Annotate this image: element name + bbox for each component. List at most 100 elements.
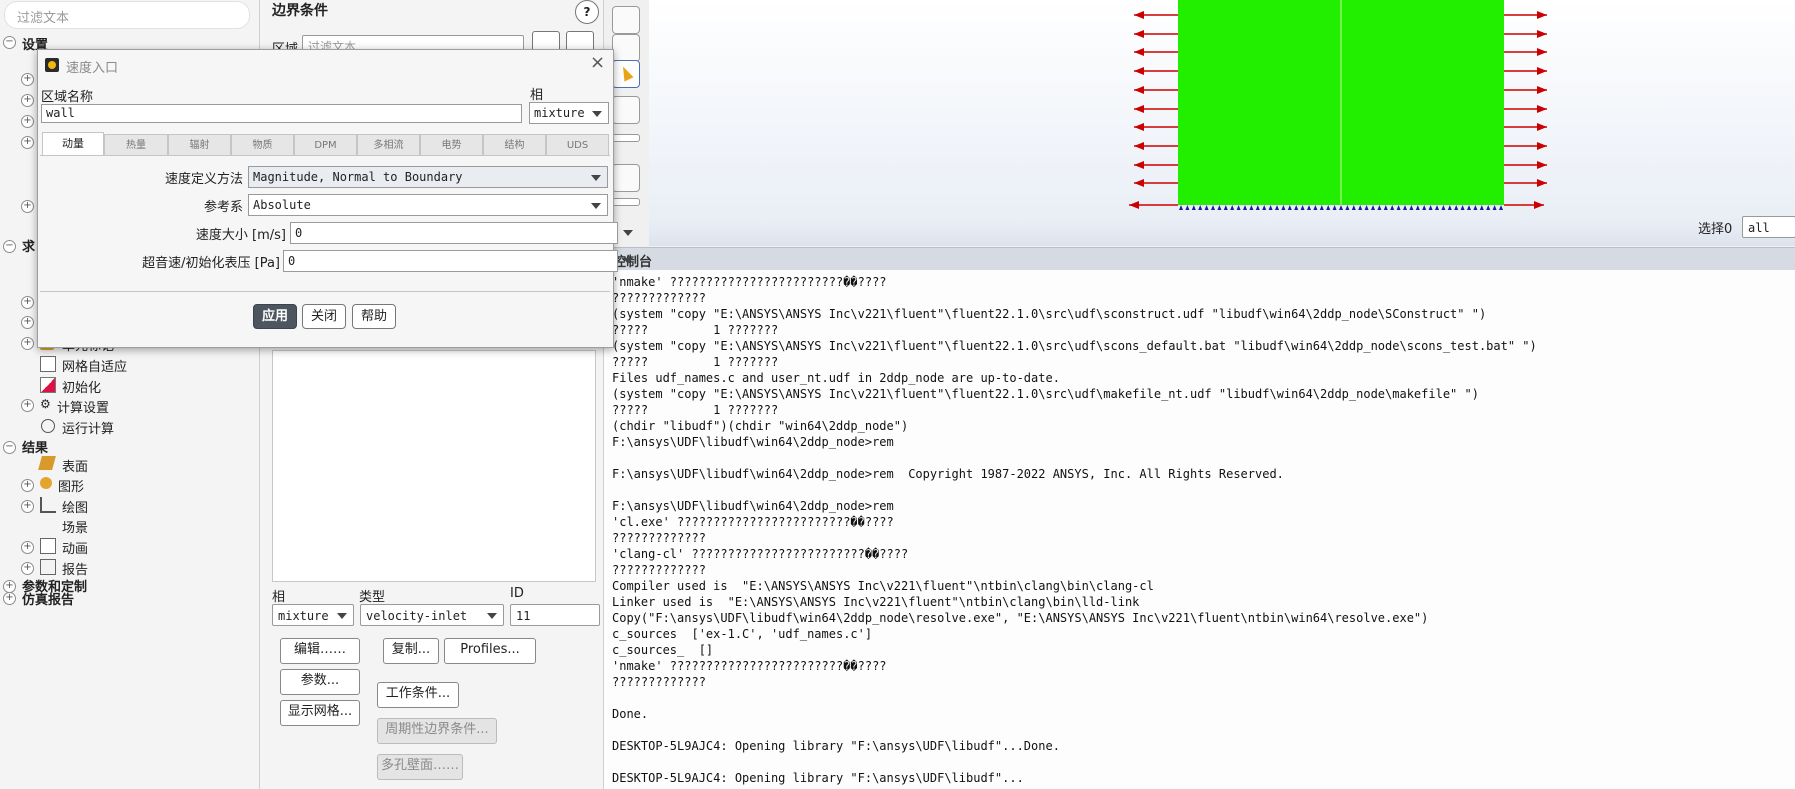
chevron-down-icon[interactable] [623, 230, 633, 236]
console-output[interactable]: 'nmake' ????????????????????????��??????… [604, 270, 1795, 789]
boundary-marker [1467, 205, 1471, 210]
tree-section-results[interactable]: 结果 [22, 437, 48, 456]
boundary-marker [1249, 205, 1254, 210]
tree-item-calc-settings[interactable]: 计算设置 [57, 397, 109, 416]
gauge-pressure-input[interactable]: 0 [283, 250, 618, 272]
view-icon[interactable] [612, 6, 640, 34]
chevron-down-icon [591, 203, 601, 209]
tab-potential[interactable]: 电势 [420, 134, 483, 155]
chevron-down-icon[interactable] [623, 258, 633, 264]
expand-icon[interactable]: + [3, 592, 16, 605]
tab-dpm[interactable]: DPM [294, 134, 357, 155]
boundary-markers [1179, 205, 1503, 210]
expand-icon[interactable]: + [21, 500, 34, 513]
selection-input[interactable]: all [1742, 216, 1795, 238]
dialog-phase-value: mixture [534, 106, 585, 120]
zone-list[interactable] [272, 350, 596, 582]
periodic-conditions-button[interactable]: 周期性边界条件... [377, 718, 497, 744]
rotate-icon[interactable] [612, 96, 640, 124]
expand-icon[interactable]: + [21, 296, 34, 309]
collapse-icon[interactable]: − [3, 441, 16, 454]
tree-item-animation[interactable]: 动画 [62, 538, 88, 557]
tree-filter-input[interactable]: 过滤文本 [4, 1, 250, 29]
boundary-marker [1191, 205, 1196, 210]
zone-name-input[interactable]: wall [41, 104, 522, 123]
velocity-arrow-head [1537, 86, 1547, 94]
tree-item-scene[interactable]: 场景 [62, 517, 88, 536]
boundary-marker [1204, 205, 1209, 210]
expand-icon[interactable]: + [21, 479, 34, 492]
tree-item-run-calculation[interactable]: 运行计算 [62, 418, 114, 437]
type-dropdown[interactable]: velocity-inlet [360, 604, 504, 626]
zone-name-label: 区域名称 [41, 90, 94, 105]
tab-multiphase[interactable]: 多相流 [357, 134, 420, 155]
expand-icon[interactable]: + [21, 562, 34, 575]
expand-icon[interactable]: + [21, 200, 34, 213]
tab-structure[interactable]: 结构 [483, 134, 546, 155]
reference-frame-dropdown[interactable]: Absolute [248, 194, 608, 216]
splitter-handle[interactable] [612, 134, 640, 142]
console-line: F:\ansys\UDF\libudf\win64\2ddp_node>rem [612, 435, 894, 449]
dialog-phase-dropdown[interactable]: mixture [529, 102, 609, 124]
tree-section-sim-reports[interactable]: 仿真报告 [22, 589, 74, 608]
close-button[interactable]: 关闭 [302, 304, 347, 329]
boundary-marker [1307, 205, 1311, 210]
plots-icon [40, 497, 56, 513]
velocity-magnitude-input[interactable]: 0 [290, 222, 618, 244]
graphics-window[interactable]: 选择0 all [649, 0, 1795, 246]
console-line: ????????????? [612, 675, 706, 689]
boundary-marker [1319, 205, 1324, 210]
tab-momentum[interactable]: 动量 [42, 132, 104, 156]
expand-icon[interactable]: + [21, 115, 34, 128]
boundary-marker [1223, 205, 1228, 210]
tab-radiation[interactable]: 辐射 [168, 134, 231, 155]
tree-item-graphics[interactable]: 图形 [58, 476, 84, 495]
copy-button[interactable]: 复制... [383, 638, 439, 664]
collapse-icon[interactable]: − [3, 36, 16, 49]
expand-icon[interactable]: + [21, 337, 34, 350]
expand-icon[interactable]: + [21, 316, 34, 329]
phase-label: 相 [272, 590, 286, 605]
velocity-method-dropdown[interactable]: Magnitude, Normal to Boundary [248, 166, 608, 188]
expand-icon[interactable]: + [21, 73, 34, 86]
console-line: DESKTOP-5L9AJC4: Opening library "F:\ans… [612, 771, 1024, 785]
expand-icon[interactable]: + [21, 541, 34, 554]
tab-species[interactable]: 物质 [231, 134, 294, 155]
tree-item-surface[interactable]: 表面 [62, 456, 88, 475]
boundary-marker [1428, 205, 1433, 210]
parameters-button[interactable]: 参数... [280, 669, 360, 695]
tree-section-solve[interactable]: 求 [22, 236, 35, 255]
collapse-icon[interactable]: − [3, 240, 16, 253]
porous-jump-button[interactable]: 多孔壁面…… [377, 754, 463, 780]
tree-item-initialization[interactable]: 初始化 [62, 377, 101, 396]
expand-icon[interactable]: + [21, 136, 34, 149]
help-button[interactable]: 帮助 [352, 304, 397, 329]
operating-conditions-button[interactable]: 工作条件... [377, 682, 459, 708]
dialog-phase-label: 相 [530, 88, 544, 103]
phase-dropdown[interactable]: mixture [272, 604, 354, 626]
expand-icon[interactable]: + [21, 399, 34, 412]
profiles-button[interactable]: Profiles... [444, 638, 536, 664]
zoom-icon[interactable] [612, 164, 640, 192]
console-line: F:\ansys\UDF\libudf\win64\2ddp_node>rem [612, 499, 894, 513]
boundary-marker [1211, 205, 1215, 210]
console-header: 控制台 [604, 247, 1795, 271]
apply-button[interactable]: 应用 [253, 304, 298, 329]
splitter-handle[interactable] [612, 198, 640, 206]
id-field[interactable]: 11 [510, 604, 600, 626]
expand-icon[interactable]: + [21, 94, 34, 107]
velocity-arrow-head [1134, 86, 1144, 94]
velocity-arrow-head [1537, 105, 1547, 113]
help-icon[interactable]: ? [575, 0, 599, 24]
display-mesh-button[interactable]: 显示网格... [280, 700, 360, 726]
tree-item-mesh-adapt[interactable]: 网格自适应 [62, 356, 127, 375]
pointer-icon[interactable] [612, 60, 640, 88]
tree-item-plots[interactable]: 绘图 [62, 497, 88, 516]
cube-view-icon[interactable] [612, 34, 640, 62]
close-icon[interactable]: × [590, 52, 605, 73]
edit-button[interactable]: 编辑…… [280, 638, 360, 664]
console-line: (system "copy "E:\ANSYS\ANSYS Inc\v221\f… [612, 307, 1487, 321]
tab-thermal[interactable]: 热量 [104, 134, 168, 155]
tab-uds[interactable]: UDS [546, 134, 609, 155]
